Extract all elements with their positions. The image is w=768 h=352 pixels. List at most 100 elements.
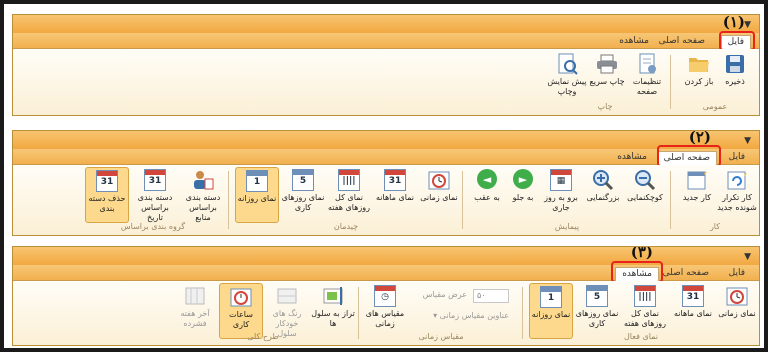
forward-icon: ► — [513, 169, 533, 189]
working-hours-label: ساعات کاری — [229, 310, 253, 329]
tab-view[interactable]: مشاهده — [611, 151, 653, 165]
working-hours-button[interactable]: ساعات کاری — [219, 283, 263, 339]
zoom-in-icon — [593, 170, 614, 191]
group-label-print: چاپ — [597, 102, 613, 111]
group-separator — [228, 171, 229, 229]
day-view-label: نمای روزانه — [531, 310, 571, 319]
goto-today-button[interactable]: ▦ برو به روز جاری — [539, 169, 583, 213]
time-scales-button[interactable]: ◷ مقیاس های زمانی — [363, 285, 407, 329]
zoom-out-button[interactable]: کوچکنمایی — [623, 169, 667, 203]
open-button[interactable]: باز کردن — [677, 53, 721, 87]
recurring-task-icon — [727, 171, 747, 190]
month-view-label: نمای ماهانه — [376, 193, 414, 202]
compress-weekend-label: آخر هفته فشرده — [180, 309, 210, 328]
zoom-out-label: کوچکنمایی — [627, 193, 663, 202]
timeline-icon — [726, 287, 748, 306]
zoom-in-button[interactable]: بزرگنمایی — [581, 169, 625, 203]
ribbon-body: نمای زمانی 31 نمای ماهانه |||| نمای کل ر… — [13, 281, 759, 345]
auto-color-icon — [277, 288, 297, 304]
timeline-view-label: نمای زمانی — [420, 193, 458, 202]
marker-label: (١) — [722, 14, 745, 31]
ungroup-icon: 31 — [96, 170, 118, 192]
calendar-1-icon: 1 — [246, 170, 268, 192]
tab-file[interactable]: فایل — [723, 267, 751, 281]
ribbon-view-tab-panel: ▼ فایل صفحه اصلی مشاهده (٣) نمای زمانی 3… — [12, 246, 760, 346]
calendar-31-icon: 31 — [384, 169, 406, 191]
group-label-arrange: چیدمان — [333, 222, 359, 231]
group-label-general: عمومی — [702, 102, 728, 111]
group-separator — [462, 171, 463, 229]
back-label: به عقب — [474, 193, 500, 202]
new-task-button[interactable]: کار جدید — [675, 169, 719, 203]
month-view-button[interactable]: 31 نمای ماهانه — [671, 285, 715, 319]
back-icon: ◄ — [477, 169, 497, 189]
save-icon — [726, 55, 744, 73]
ungroup-button[interactable]: 31 حذف دسته بندی — [85, 167, 129, 223]
day-view-button[interactable]: 1 نمای روزانه — [235, 167, 279, 223]
group-by-resource-button[interactable]: دسته بندی براساس منابع — [181, 169, 225, 223]
quick-print-button[interactable]: چاپ سریع — [585, 53, 629, 87]
full-week-view-label: نمای کل روزهای هفته — [327, 193, 371, 212]
tab-view[interactable]: مشاهده — [613, 35, 655, 49]
zoom-out-icon — [635, 170, 656, 191]
marker-label: (٢) — [688, 130, 711, 146]
compress-weekend-button[interactable]: آخر هفته فشرده — [173, 285, 217, 329]
highlight-box — [719, 31, 755, 51]
page-setup-icon — [639, 53, 656, 74]
collapse-arrow-icon[interactable]: ▼ — [744, 252, 751, 262]
timeline-icon — [428, 171, 450, 190]
print-preview-label: پیش نمایش وچاپ — [547, 77, 587, 96]
calendar-5-icon: 5 — [292, 169, 314, 191]
full-week-view-button[interactable]: |||| نمای کل روزهای هفته — [623, 285, 667, 329]
new-task-icon — [687, 170, 707, 190]
day-view-button[interactable]: 1 نمای روزانه — [529, 283, 573, 339]
tab-row: فایل صفحه اصلی مشاهده — [13, 149, 759, 165]
collapse-arrow-icon[interactable]: ▼ — [744, 20, 751, 30]
tab-file[interactable]: فایل — [723, 151, 751, 165]
ribbon-body: ذخیره باز کردن تنظیمات صفحه چاپ سریع پیش… — [13, 49, 759, 115]
print-preview-button[interactable]: پیش نمایش وچاپ — [545, 53, 589, 97]
group-by-resource-label: دسته بندی براساس منابع — [185, 193, 221, 222]
work-week-view-button[interactable]: 5 نمای روزهای کاری — [281, 169, 325, 213]
group-by-date-button[interactable]: 31 دسته بندی براساس تاریخ — [133, 169, 177, 223]
group-by-date-icon: 31 — [144, 169, 166, 191]
full-week-view-button[interactable]: |||| نمای کل روزهای هفته — [327, 169, 371, 213]
goto-today-label: برو به روز جاری — [544, 193, 578, 212]
calendar-5-icon: 5 — [586, 285, 608, 307]
back-button[interactable]: ◄ به عقب — [465, 169, 509, 203]
work-week-view-label: نمای روزهای کاری — [281, 193, 325, 212]
timeline-view-button[interactable]: نمای زمانی — [417, 169, 461, 203]
group-separator — [522, 287, 523, 339]
work-week-view-button[interactable]: 5 نمای روزهای کاری — [575, 285, 619, 329]
calendar-week-icon: |||| — [634, 285, 656, 307]
zoom-in-label: بزرگنمایی — [586, 193, 620, 202]
highlight-box — [657, 145, 721, 167]
snap-to-cells-icon — [323, 287, 343, 305]
group-separator — [670, 171, 671, 229]
new-recurring-task-button[interactable]: کار تکرار شونده جدید — [715, 169, 759, 213]
tab-row: فایل صفحه اصلی مشاهده — [13, 33, 759, 49]
snap-to-cells-button[interactable]: تراز به سلول ها — [311, 285, 355, 329]
group-label-group-by: گروه بندی براساس — [120, 222, 186, 231]
timeline-view-button[interactable]: نمای زمانی — [715, 285, 759, 319]
group-label-navigation: پیمایش — [554, 222, 580, 231]
calendar-week-icon: |||| — [338, 169, 360, 191]
collapse-arrow-icon[interactable]: ▼ — [744, 136, 751, 146]
marker-label: (٣) — [630, 246, 653, 261]
new-recurring-task-label: کار تکرار شونده جدید — [717, 193, 757, 212]
time-scales-icon: ◷ — [374, 285, 396, 307]
auto-cell-color-button[interactable]: رنگ های خودکار سلول — [265, 285, 309, 339]
month-view-button[interactable]: 31 نمای ماهانه — [373, 169, 417, 203]
tab-home[interactable]: صفحه اصلی — [653, 35, 711, 49]
new-task-label: کار جدید — [682, 193, 712, 202]
screenshot-frame: ▼ فایل صفحه اصلی مشاهده (١) ذخیره باز کر… — [0, 0, 768, 352]
scale-titles-dropdown[interactable]: ▾ عناوین مقیاس زمانی — [433, 311, 509, 320]
full-week-view-label: نمای کل روزهای هفته — [623, 309, 667, 328]
scale-width-spinner[interactable]: ۵۰ — [473, 289, 509, 303]
goto-today-icon: ▦ — [550, 169, 572, 191]
scale-width-label: عرض مقیاس — [422, 290, 467, 299]
tab-home[interactable]: صفحه اصلی — [657, 267, 715, 281]
group-by-date-label: دسته بندی براساس تاریخ — [137, 193, 173, 222]
snap-to-cells-label: تراز به سلول ها — [311, 309, 355, 328]
page-setup-button[interactable]: تنظیمات صفحه — [625, 53, 669, 97]
